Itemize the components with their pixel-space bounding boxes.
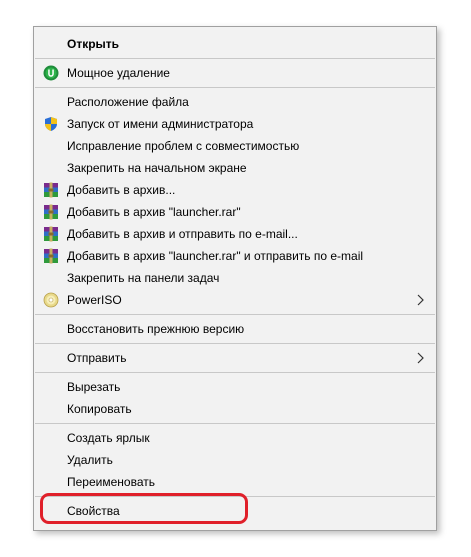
winrar-icon: [43, 226, 59, 242]
shield-icon: [43, 116, 59, 132]
menu-item-run-as-admin[interactable]: Запуск от имени администратора: [35, 113, 435, 135]
menu-item-label: Восстановить прежнюю версию: [67, 322, 245, 336]
menu-item-label: Закрепить на начальном экране: [67, 161, 247, 175]
menu-item-label: Запуск от имени администратора: [67, 117, 254, 131]
chevron-right-icon: [413, 351, 427, 365]
menu-item-file-location[interactable]: Расположение файла: [35, 91, 435, 113]
menu-item-pin-to-taskbar[interactable]: Закрепить на панели задач: [35, 267, 435, 289]
menu-item-label: Копировать: [67, 402, 132, 416]
menu-item-label: Удалить: [67, 453, 113, 467]
menu-item-label: Исправление проблем с совместимостью: [67, 139, 300, 153]
menu-item-add-to-archive-email[interactable]: Добавить в архив и отправить по e-mail..…: [35, 223, 435, 245]
menu-item-create-shortcut[interactable]: Создать ярлык: [35, 427, 435, 449]
menu-separator: [35, 87, 435, 88]
highlight-annotation: [40, 493, 248, 524]
menu-item-send-to[interactable]: Отправить: [35, 347, 435, 369]
menu-item-label: Добавить в архив "launcher.rar" и отправ…: [67, 249, 364, 263]
menu-item-cut[interactable]: Вырезать: [35, 376, 435, 398]
menu-item-rename[interactable]: Переименовать: [35, 471, 435, 493]
winrar-icon: [43, 248, 59, 264]
menu-item-delete[interactable]: Удалить: [35, 449, 435, 471]
menu-item-label: Добавить в архив "launcher.rar": [67, 205, 241, 219]
menu-item-add-to-archive-named[interactable]: Добавить в архив "launcher.rar": [35, 201, 435, 223]
menu-item-restore-previous[interactable]: Восстановить прежнюю версию: [35, 318, 435, 340]
menu-separator: [35, 58, 435, 59]
menu-item-poweriso[interactable]: PowerISO: [35, 289, 435, 311]
menu-item-label: Мощное удаление: [67, 66, 170, 80]
chevron-right-icon: [413, 293, 427, 307]
menu-item-label: Вырезать: [67, 380, 121, 394]
menu-item-add-to-archive-named-email[interactable]: Добавить в архив "launcher.rar" и отправ…: [35, 245, 435, 267]
menu-item-label: Расположение файла: [67, 95, 189, 109]
menu-item-label: Отправить: [67, 351, 127, 365]
menu-separator: [35, 314, 435, 315]
disc-icon: [43, 292, 59, 308]
menu-item-open[interactable]: Открыть: [35, 33, 435, 55]
menu-separator: [35, 343, 435, 344]
menu-item-powerful-delete[interactable]: Мощное удаление: [35, 62, 435, 84]
menu-item-pin-to-start[interactable]: Закрепить на начальном экране: [35, 157, 435, 179]
menu-item-label: Переименовать: [67, 475, 155, 489]
menu-item-label: Закрепить на панели задач: [67, 271, 220, 285]
winrar-icon: [43, 204, 59, 220]
menu-item-label: Создать ярлык: [67, 431, 150, 445]
menu-item-copy[interactable]: Копировать: [35, 398, 435, 420]
menu-item-label: Добавить в архив...: [67, 183, 176, 197]
winrar-icon: [43, 182, 59, 198]
uninstaller-icon: [43, 65, 59, 81]
menu-separator: [35, 423, 435, 424]
menu-separator: [35, 372, 435, 373]
menu-item-label: PowerISO: [67, 293, 122, 307]
menu-item-label: Добавить в архив и отправить по e-mail..…: [67, 227, 298, 241]
menu-item-label: Открыть: [67, 37, 120, 51]
context-menu: Открыть Мощное удаление Расположение фай…: [33, 26, 437, 531]
menu-item-add-to-archive[interactable]: Добавить в архив...: [35, 179, 435, 201]
menu-item-troubleshoot-compat[interactable]: Исправление проблем с совместимостью: [35, 135, 435, 157]
